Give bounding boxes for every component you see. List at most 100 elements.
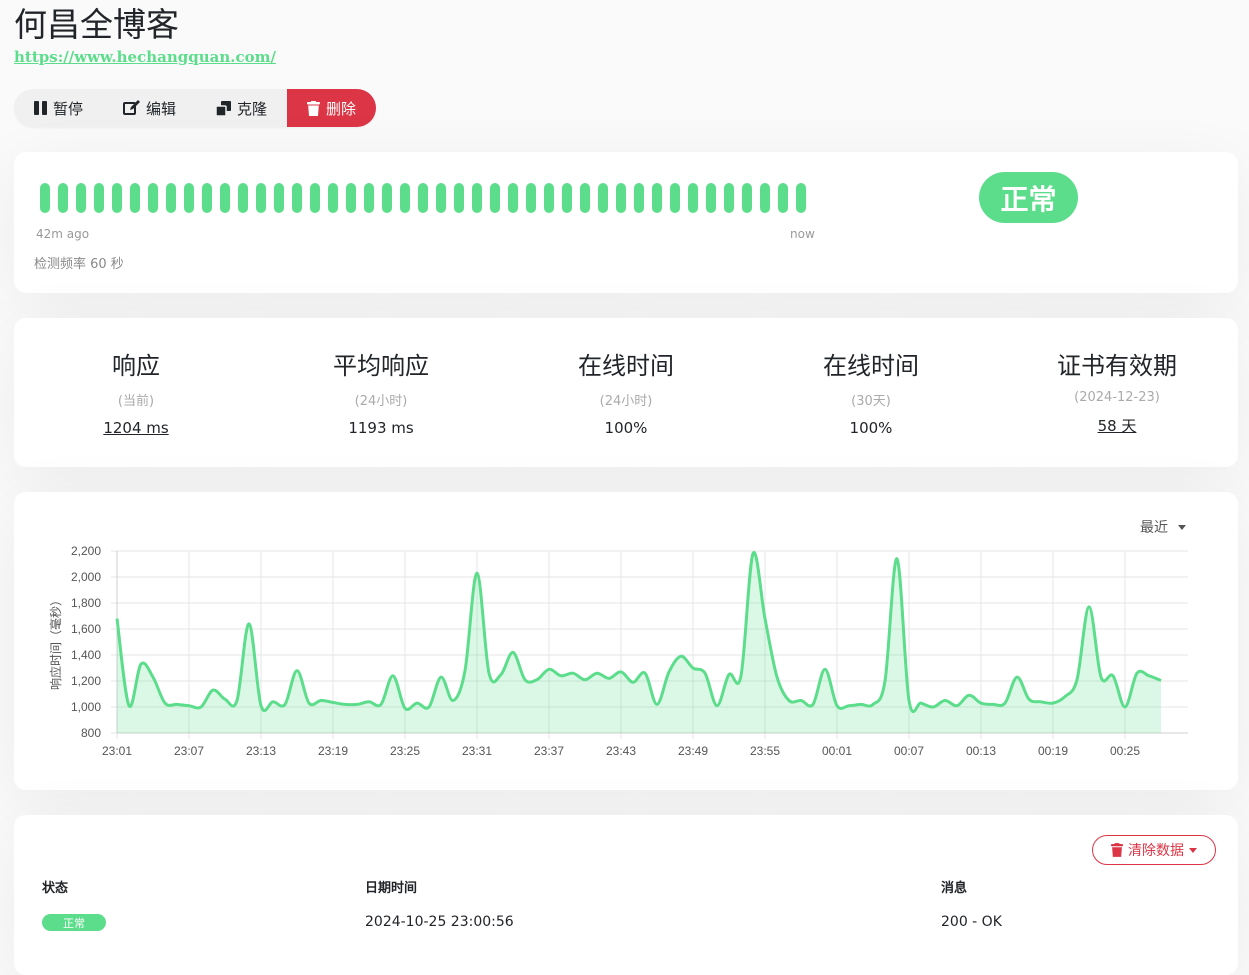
- edit-button[interactable]: 编辑: [103, 89, 196, 127]
- heartbeat-bar: [40, 183, 806, 213]
- edit-icon: [123, 100, 141, 115]
- stat-value: 1193 ms: [348, 419, 414, 437]
- stat-subtitle: (24小时): [599, 394, 653, 409]
- heartbeat-beat[interactable]: [256, 183, 266, 213]
- event-status-badge: 正常: [42, 914, 106, 931]
- heartbeat-beat[interactable]: [796, 183, 806, 213]
- heartbeat-beat[interactable]: [688, 183, 698, 213]
- stats-card: 响应 (当前) 1204 ms 平均响应 (24小时) 1193 ms 在线时间…: [14, 318, 1238, 467]
- delete-button[interactable]: 删除: [287, 89, 377, 127]
- column-header-datetime: 日期时间: [365, 881, 418, 896]
- monitor-url-link[interactable]: https://www.hechangquan.com/: [14, 48, 276, 66]
- stat-value: 100%: [604, 419, 648, 437]
- y-tick-label: 2,000: [71, 570, 101, 584]
- x-tick-label: 23:37: [534, 744, 564, 758]
- heartbeat-beat[interactable]: [760, 183, 770, 213]
- event-datetime: 2024-10-25 23:00:56: [365, 914, 514, 930]
- heartbeat-beat[interactable]: [454, 183, 464, 213]
- heartbeat-beat[interactable]: [724, 183, 734, 213]
- y-axis-label: 响应时间（毫秒）: [48, 594, 63, 690]
- heartbeat-beat[interactable]: [76, 183, 86, 213]
- action-button-group: 暂停 编辑 克隆 删除: [14, 89, 377, 127]
- response-chart-card: 800 1,000 1,200 1,400 1,600 1,800 2,000 2,200 23…: [14, 492, 1238, 790]
- chevron-down-icon: [1189, 847, 1197, 853]
- stat-value[interactable]: 58 天: [994, 415, 1240, 436]
- stat-title: 在线时间: [578, 352, 674, 380]
- column-header-message: 消息: [941, 881, 968, 896]
- x-tick-label: 23:01: [102, 744, 132, 758]
- clone-button[interactable]: 克隆: [196, 89, 287, 127]
- status-badge: 正常: [979, 172, 1078, 223]
- x-tick-label: 23:49: [678, 744, 708, 758]
- x-tick-label: 23:43: [606, 744, 636, 758]
- heartbeat-beat[interactable]: [238, 183, 248, 213]
- stat-current-response: 响应 (当前) 1204 ms: [13, 346, 259, 437]
- heartbeat-beat[interactable]: [364, 183, 374, 213]
- clear-data-button[interactable]: 清除数据: [1092, 835, 1216, 865]
- stat-average-response: 平均响应 (24小时) 1193 ms: [258, 346, 504, 437]
- heartbeat-beat[interactable]: [220, 183, 230, 213]
- stat-subtitle: (当前): [117, 394, 155, 409]
- heartbeat-beat[interactable]: [112, 183, 122, 213]
- heartbeat-beat[interactable]: [40, 183, 50, 213]
- chevron-down-icon: [1178, 524, 1186, 530]
- stat-uptime-24h: 在线时间 (24小时) 100%: [503, 346, 749, 437]
- heartbeat-beat[interactable]: [598, 183, 608, 213]
- x-tick-label: 00:13: [966, 744, 996, 758]
- heartbeat-beat[interactable]: [400, 183, 410, 213]
- y-tick-label: 1,000: [71, 700, 101, 714]
- heartbeat-beat[interactable]: [94, 183, 104, 213]
- events-card: 清除数据 状态 日期时间 消息 正常 2024-10-25 23:00:56 2…: [14, 815, 1238, 975]
- heartbeat-beat[interactable]: [652, 183, 662, 213]
- heartbeat-beat[interactable]: [616, 183, 626, 213]
- heartbeat-beat[interactable]: [346, 183, 356, 213]
- y-tick-label: 800: [81, 726, 101, 740]
- heartbeat-beat[interactable]: [580, 183, 590, 213]
- pause-icon: [34, 101, 47, 115]
- heartbeat-beat[interactable]: [562, 183, 572, 213]
- heartbeat-beat[interactable]: [706, 183, 716, 213]
- heartbeat-beat[interactable]: [202, 183, 212, 213]
- heartbeat-beat[interactable]: [166, 183, 176, 213]
- heartbeat-card: 42m ago now 检测频率 60 秒 正常: [14, 152, 1238, 293]
- heartbeat-beat[interactable]: [526, 183, 536, 213]
- heartbeat-beat[interactable]: [634, 183, 644, 213]
- stat-value[interactable]: 1204 ms: [13, 419, 259, 437]
- x-tick-label: 00:25: [1110, 744, 1140, 758]
- heartbeat-beat[interactable]: [58, 183, 68, 213]
- heartbeat-beat[interactable]: [328, 183, 338, 213]
- heartbeat-beat[interactable]: [742, 183, 752, 213]
- heartbeat-beat[interactable]: [544, 183, 554, 213]
- heartbeat-beat[interactable]: [184, 183, 194, 213]
- stat-subtitle: (2024-12-23): [1074, 390, 1160, 405]
- delete-label: 删除: [326, 99, 357, 118]
- heartbeat-beat[interactable]: [130, 183, 140, 213]
- heartbeat-beat[interactable]: [670, 183, 680, 213]
- series-area: [117, 552, 1161, 733]
- response-time-chart: 800 1,000 1,200 1,400 1,600 1,800 2,000 2,200 23…: [48, 544, 1188, 758]
- x-tick-label: 23:07: [174, 744, 204, 758]
- heartbeat-beat[interactable]: [382, 183, 392, 213]
- heartbeat-beat[interactable]: [436, 183, 446, 213]
- event-message: 200 - OK: [941, 914, 1002, 930]
- x-tick-label: 00:07: [894, 744, 924, 758]
- y-tick-label: 1,600: [71, 622, 101, 636]
- stat-title: 证书有效期: [1057, 352, 1177, 380]
- heartbeat-beat[interactable]: [778, 183, 788, 213]
- stat-title: 响应: [112, 352, 160, 380]
- heartbeat-beat[interactable]: [292, 183, 302, 213]
- chart-range-label: 最近: [1140, 520, 1168, 536]
- heartbeat-beat[interactable]: [274, 183, 284, 213]
- heartbeat-beat[interactable]: [472, 183, 482, 213]
- heartbeat-beat[interactable]: [508, 183, 518, 213]
- chart-range-dropdown[interactable]: 最近: [1140, 517, 1186, 537]
- heartbeat-beat[interactable]: [310, 183, 320, 213]
- heartbeat-beat[interactable]: [148, 183, 158, 213]
- pause-button[interactable]: 暂停: [14, 89, 103, 127]
- heartbeat-beat[interactable]: [418, 183, 428, 213]
- stat-title: 在线时间: [823, 352, 919, 380]
- x-tick-label: 23:19: [318, 744, 348, 758]
- heartbeat-start-label: 42m ago: [36, 227, 90, 241]
- heartbeat-beat[interactable]: [490, 183, 500, 213]
- clear-data-label: 清除数据: [1128, 843, 1184, 859]
